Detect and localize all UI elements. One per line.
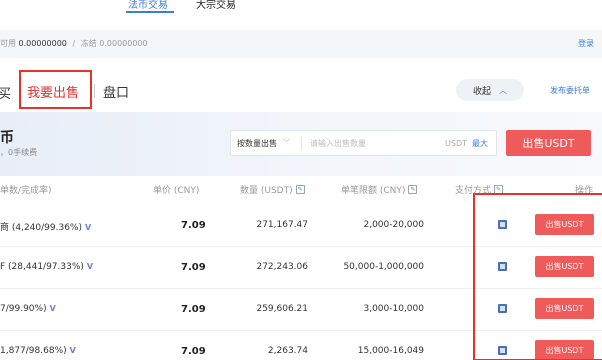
tab-fiat-trade[interactable]: 法币交易 [128, 0, 168, 11]
balance-text: 可用 0.00000000 / 冻结 0.00000000 [0, 38, 148, 49]
merchant-cell[interactable]: 1,877/98.68%) V [0, 346, 76, 356]
balance-bar: 可用 0.00000000 / 冻结 0.00000000 登录 [0, 30, 602, 58]
tab-order-book[interactable]: 盘口 [103, 82, 129, 101]
coin-name: 币 [0, 130, 14, 146]
merchant-cell[interactable]: F (28,441/97.33%) V [0, 262, 93, 272]
tab-sell[interactable]: 我要出售 [27, 82, 79, 101]
max-button[interactable]: 最大 [472, 138, 496, 149]
limit-cell: 50,000-1,000,000 [343, 262, 424, 272]
price-cell: 7.09 [181, 346, 206, 357]
edit-icon[interactable]: ✎ [295, 185, 305, 194]
tab-buy[interactable]: 买 [0, 83, 11, 102]
header-amount-label: 数量 (USDT) [240, 186, 293, 196]
merchant-name: F (28,441/97.33%) [0, 262, 84, 272]
merchant-name: 商 (4,240/99.36%) [0, 223, 82, 233]
available-value: 0.00000000 [18, 39, 67, 48]
amount-cell: 271,167.47 [256, 220, 308, 230]
header-price: 单价 (CNY) [153, 186, 200, 196]
price-cell: 7.09 [181, 304, 206, 315]
merchant-name: 1,877/98.68%) [0, 346, 67, 356]
sell-usdt-button[interactable]: 出售USDT [506, 130, 591, 156]
unit-label: USDT [445, 138, 467, 148]
header-limit-label: 单笔限额 (CNY) [341, 186, 406, 196]
merchant-cell[interactable]: 7/99.90%) V [0, 304, 56, 314]
frozen-value: 0.00000000 [99, 39, 148, 48]
header-limit: 单笔限额 (CNY) ✎ [341, 183, 418, 196]
limit-cell: 15,000-16,049 [357, 346, 424, 356]
verified-icon: V [69, 346, 76, 355]
verified-icon: V [49, 304, 56, 313]
limit-cell: 3,000-10,000 [363, 304, 424, 314]
amount-cell: 259,606.21 [256, 304, 308, 314]
price-cell: 7.09 [181, 220, 206, 231]
top-tab-bar: 法币交易 大宗交易 [0, 0, 602, 16]
active-tab-underline [126, 11, 174, 13]
sell-type-select[interactable]: 按数量出售 ﹀ [231, 138, 301, 149]
verified-icon: V [86, 262, 94, 271]
merchant-cell[interactable]: 商 (4,240/99.36%) V [0, 220, 91, 233]
tab-divider [94, 84, 95, 98]
sell-amount-input[interactable] [302, 138, 446, 148]
sell-form: 按数量出售 ﹀ USDT 最大 [230, 130, 497, 156]
chevron-down-icon: ﹀ [283, 139, 290, 147]
collapse-button[interactable]: 收起 ︿ [456, 79, 524, 101]
header-merchant: 单数/完成率) [0, 186, 52, 196]
coin-panel: 币 ，0手续费 按数量出售 ﹀ USDT 最大 出售USDT [0, 112, 602, 176]
amount-cell: 2,263.74 [267, 346, 308, 356]
tab-bulk-trade[interactable]: 大宗交易 [196, 0, 236, 11]
post-order-link[interactable]: 发布委托单 [550, 85, 590, 96]
frozen-label: 冻结 [80, 39, 97, 48]
header-amount: 数量 (USDT) ✎ [240, 183, 305, 196]
collapse-label: 收起 [472, 86, 491, 97]
balance-separator: / [72, 39, 76, 48]
login-link[interactable]: 登录 [578, 38, 594, 49]
merchant-name: 7/99.90%) [0, 304, 47, 314]
available-label: 可用 [0, 39, 16, 48]
amount-cell: 272,243.06 [256, 262, 308, 272]
sell-type-label: 按数量出售 [237, 138, 277, 148]
verified-icon: V [85, 223, 92, 232]
chevron-up-icon: ︿ [499, 85, 507, 95]
coin-fee-text: ，0手续费 [0, 148, 38, 157]
edit-icon[interactable]: ✎ [408, 185, 418, 194]
price-cell: 7.09 [181, 262, 206, 273]
payment-action-highlight [473, 193, 602, 360]
limit-cell: 2,000-20,000 [363, 220, 424, 230]
